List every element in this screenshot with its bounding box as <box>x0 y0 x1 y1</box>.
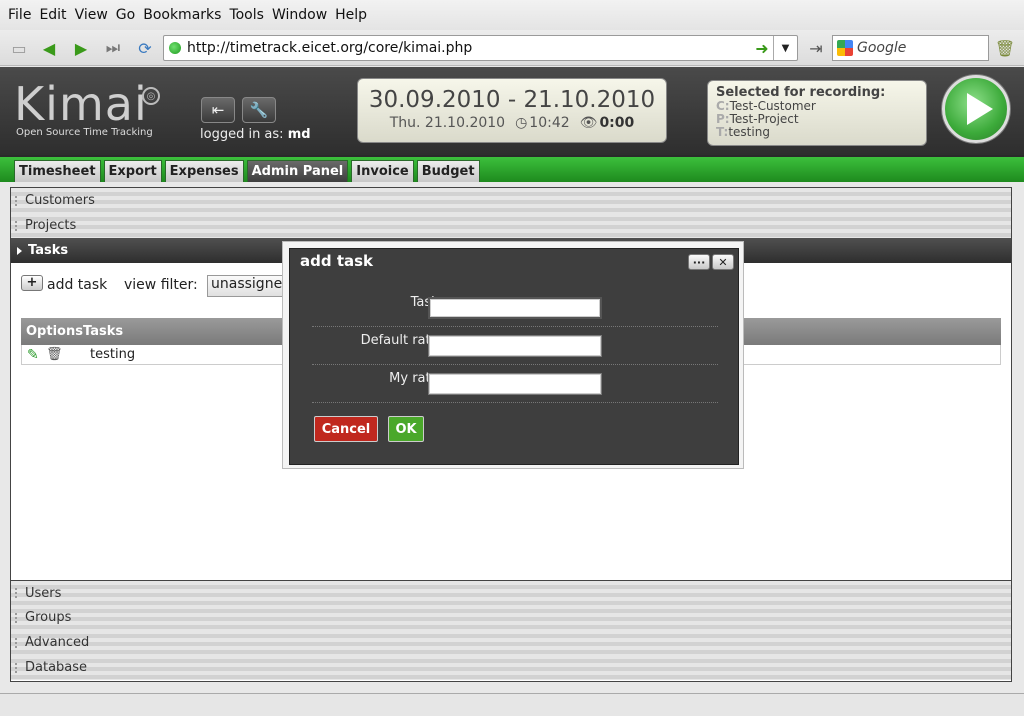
section-projects[interactable]: Projects <box>11 213 1011 238</box>
dialog-close-icon[interactable]: ✕ <box>712 254 734 270</box>
logged-in-label: logged in as: <box>200 127 284 142</box>
add-task-label[interactable]: add task <box>47 277 107 293</box>
ok-button[interactable]: OK <box>388 416 424 442</box>
bookmark-page-icon[interactable]: ⇥ <box>805 38 827 58</box>
home-icon[interactable]: ▭ <box>8 38 30 58</box>
dialog-title: add task <box>300 252 374 270</box>
kimai-header: Kimai ◎ Open Source Time Tracking ⇤ 🔧 lo… <box>0 67 1024 155</box>
trash-icon[interactable]: 🗑 <box>994 38 1016 58</box>
grip-icon <box>15 220 21 231</box>
tab-timesheet[interactable]: Timesheet <box>14 160 101 182</box>
section-groups[interactable]: Groups <box>11 605 1011 630</box>
eye-icon: 👁 <box>579 115 598 131</box>
date-range[interactable]: 30.09.2010 - 21.10.2010 <box>358 87 666 113</box>
grip-icon <box>15 637 21 648</box>
reload-icon[interactable]: ⟳ <box>134 38 156 58</box>
clock-icon: ◷ <box>515 115 528 131</box>
menu-go[interactable]: Go <box>112 7 139 23</box>
forward-icon[interactable]: ▶ <box>70 38 92 58</box>
date-info: Thu. 21.10.2010 ◷ 10:42 👁 0:00 <box>358 115 666 131</box>
section-database[interactable]: Database <box>11 655 1011 680</box>
section-advanced[interactable]: Advanced <box>11 630 1011 655</box>
default-rate-input[interactable] <box>428 335 602 357</box>
tab-invoice[interactable]: Invoice <box>351 160 414 182</box>
tab-expenses[interactable]: Expenses <box>164 160 244 182</box>
logout-icon[interactable]: ⇤ <box>201 97 235 123</box>
search-placeholder: Google <box>857 40 907 56</box>
menu-window[interactable]: Window <box>268 7 331 23</box>
dialog-menu-icon[interactable]: ··· <box>688 254 710 270</box>
section-customers[interactable]: Customers <box>11 188 1011 213</box>
section-users[interactable]: Users <box>11 580 1011 605</box>
menu-edit[interactable]: Edit <box>35 7 70 23</box>
recording-selection: Selected for recording: C:Test-Customer … <box>707 80 927 146</box>
username: md <box>287 127 311 142</box>
logo-mark-icon: ◎ <box>142 87 160 105</box>
tab-export[interactable]: Export <box>103 160 162 182</box>
url-bar[interactable]: http://timetrack.eicet.org/core/kimai.ph… <box>163 35 798 61</box>
menu-tools[interactable]: Tools <box>225 7 268 23</box>
cancel-button[interactable]: Cancel <box>314 416 378 442</box>
kimai-tagline: Open Source Time Tracking <box>16 127 153 138</box>
site-identity-icon[interactable] <box>169 42 181 54</box>
current-time: 10:42 <box>529 115 570 131</box>
add-task-button[interactable]: + <box>21 275 43 291</box>
field-my-rate: My rate: <box>312 365 718 403</box>
browser-menubar: File Edit View Go Bookmarks Tools Window… <box>0 0 1024 30</box>
menu-bookmarks[interactable]: Bookmarks <box>139 7 225 23</box>
menu-help[interactable]: Help <box>331 7 371 23</box>
col-tasks: Tasks <box>83 324 124 339</box>
expanded-arrow-icon <box>17 246 22 255</box>
start-recording-button[interactable] <box>942 75 1010 143</box>
google-icon[interactable] <box>837 40 853 56</box>
tab-budget[interactable]: Budget <box>416 160 480 182</box>
delete-icon[interactable]: 🗑 <box>46 347 90 362</box>
menu-file[interactable]: File <box>4 7 35 23</box>
browser-statusbar <box>0 693 1024 716</box>
play-icon <box>967 93 993 125</box>
menu-view[interactable]: View <box>71 7 112 23</box>
url-dropdown-button[interactable]: ▼ <box>773 36 797 60</box>
my-rate-input[interactable] <box>428 373 602 395</box>
grip-icon <box>15 588 21 598</box>
go-icon[interactable]: ➜ <box>751 39 773 58</box>
col-options: Options <box>26 324 83 339</box>
field-task: Task: <box>312 289 718 327</box>
today-date: Thu. 21.10.2010 <box>389 115 506 131</box>
add-task-dialog: add task ··· ✕ Task: Default rate: My ra… <box>282 241 744 469</box>
browser-navbar: ▭ ◀ ▶ ⏭ ⟳ http://timetrack.eicet.org/cor… <box>0 30 1024 66</box>
date-range-box[interactable]: 30.09.2010 - 21.10.2010 Thu. 21.10.2010 … <box>357 78 667 143</box>
search-input[interactable]: Google <box>832 35 989 61</box>
total-duration: 0:00 <box>599 115 635 131</box>
dialog-body: add task ··· ✕ Task: Default rate: My ra… <box>289 248 739 465</box>
grip-icon <box>15 662 21 673</box>
fast-forward-icon[interactable]: ⏭ <box>102 38 124 58</box>
task-name[interactable]: testing <box>90 347 135 362</box>
grip-icon <box>15 612 21 623</box>
back-icon[interactable]: ◀ <box>38 38 60 58</box>
grip-icon <box>15 195 21 206</box>
field-default-rate: Default rate: <box>312 327 718 365</box>
view-filter-select[interactable]: unassigned <box>207 275 287 297</box>
main-tabs: Timesheet Export Expenses Admin Panel In… <box>0 155 1024 182</box>
view-filter-label: view filter: <box>124 277 198 293</box>
edit-icon[interactable]: ✎ <box>22 347 46 363</box>
recording-task: T:testing <box>716 125 770 139</box>
url-text: http://timetrack.eicet.org/core/kimai.ph… <box>187 40 473 56</box>
task-input[interactable] <box>428 297 602 319</box>
login-status: logged in as: md <box>200 127 311 142</box>
kimai-logo: Kimai <box>14 77 148 131</box>
preferences-icon[interactable]: 🔧 <box>242 97 276 123</box>
recording-title: Selected for recording: <box>716 85 886 100</box>
tab-admin-panel[interactable]: Admin Panel <box>246 160 349 182</box>
